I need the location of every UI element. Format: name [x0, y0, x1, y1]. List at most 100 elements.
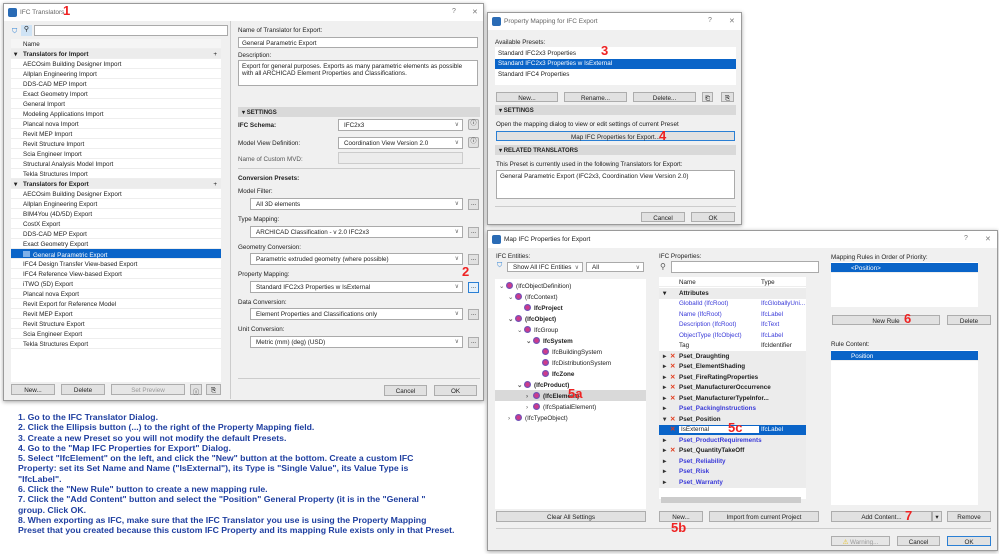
property-row[interactable]: ▸ ✕ Pset_Draughting	[659, 351, 806, 362]
geometry-ellipsis-button[interactable]: ...	[468, 254, 479, 265]
add-content-button[interactable]: Add Content...	[831, 511, 932, 522]
expand-icon[interactable]: ▸	[663, 353, 666, 360]
translator-item[interactable]: DDS-CAD MEP Import	[11, 79, 221, 89]
property-row[interactable]: ▸ ✕ Pset_FireRatingProperties	[659, 372, 806, 383]
expand-icon[interactable]: ▸	[663, 374, 666, 381]
translator-item[interactable]: IFC4 Reference View-based Export	[11, 269, 221, 279]
property-row[interactable]: ObjectType (IfcObject) IfcLabel	[659, 330, 806, 341]
ok-button[interactable]: OK	[434, 385, 477, 396]
set-preview-button[interactable]: Set Preview	[111, 384, 185, 395]
presets-list[interactable]: Standard IFC2x3 Properties Standard IFC2x…	[495, 47, 736, 85]
column-header-name[interactable]: Name	[11, 39, 221, 49]
column-header-name[interactable]: Name	[679, 279, 696, 286]
translator-item[interactable]: Revit MEP Import	[11, 129, 221, 139]
data-conversion-ellipsis-button[interactable]: ...	[468, 309, 479, 320]
search-input[interactable]	[34, 25, 228, 36]
expand-icon[interactable]: ▸	[663, 405, 666, 412]
expand-icon[interactable]: ▸	[663, 479, 666, 486]
horizontal-scrollbar[interactable]	[661, 497, 801, 503]
close-icon[interactable]: ✕	[729, 17, 735, 25]
translator-item[interactable]: AECOsim Building Designer Import	[11, 59, 221, 69]
property-mapping-ellipsis-button[interactable]: ...	[468, 282, 479, 293]
import-icon[interactable]: ⎗	[702, 92, 713, 102]
add-content-dropdown-icon[interactable]: ▾	[932, 511, 942, 522]
translator-item[interactable]: Tekla Structures Import	[11, 169, 221, 179]
search-icon[interactable]: ⚲	[21, 25, 32, 36]
property-row[interactable]: ▸ ✕ Pset_ManufacturerTypeInfor...	[659, 393, 806, 404]
chevron-down-icon[interactable]: ⌄	[517, 382, 524, 389]
new-rule-button[interactable]: New Rule	[832, 315, 940, 325]
import-from-project-button[interactable]: Import from current Project	[709, 511, 819, 522]
group-import[interactable]: ▾ Translators for Import +	[11, 49, 221, 59]
name-field[interactable]: General Parametric Export	[238, 37, 478, 48]
chevron-down-icon[interactable]: ⌄	[517, 327, 524, 334]
collapse-icon[interactable]: ▾	[663, 290, 666, 297]
chevron-right-icon[interactable]: ›	[526, 404, 533, 411]
translator-item[interactable]: Plancal nova Import	[11, 119, 221, 129]
expand-icon[interactable]: ▸	[663, 363, 666, 370]
help-icon[interactable]: ?	[452, 8, 456, 15]
rename-preset-button[interactable]: Rename...	[564, 92, 627, 102]
close-icon[interactable]: ✕	[472, 8, 478, 16]
unit-conversion-select[interactable]: Metric (mm) (deg) (USD)	[250, 336, 463, 348]
property-row[interactable]: ▾ Attributes	[659, 288, 806, 299]
map-ifc-properties-button[interactable]: Map IFC Properties for Export...	[496, 131, 735, 141]
tree-node[interactable]: ⌄ (IfcObject)	[495, 313, 646, 324]
ok-button[interactable]: OK	[691, 212, 735, 222]
delete-rule-button[interactable]: Delete	[947, 315, 991, 325]
cancel-button[interactable]: Cancel	[641, 212, 685, 222]
translator-item[interactable]: Modeling Applications Import	[11, 109, 221, 119]
translator-item[interactable]: Exact Geometry Import	[11, 89, 221, 99]
type-mapping-select[interactable]: ARCHICAD Classification - v 2.0 IFC2x3	[250, 226, 463, 238]
column-header-type[interactable]: Type	[761, 279, 775, 286]
tree-node[interactable]: IfcDistributionSystem	[495, 357, 646, 368]
type-mapping-ellipsis-button[interactable]: ...	[468, 227, 479, 238]
description-field[interactable]: Export for general purposes. Exports as …	[238, 60, 478, 86]
translator-item[interactable]: CostX Export	[11, 219, 221, 229]
property-row[interactable]: GlobalId (IfcRoot) IfcGloballyUni...	[659, 299, 806, 310]
properties-search-input[interactable]	[671, 261, 819, 273]
filter-icon[interactable]: ⛉	[12, 28, 17, 36]
property-row[interactable]: ▸ ✕ Pset_ManufacturerOccurrence	[659, 382, 806, 393]
add-icon[interactable]: +	[213, 181, 217, 188]
expand-icon[interactable]: ▸	[663, 458, 666, 465]
rule-content-list[interactable]: Position	[831, 350, 978, 505]
property-row[interactable]: ▸ ✕ Pset_ElementShading	[659, 361, 806, 372]
geometry-select[interactable]: Parametric extruded geometry (where poss…	[250, 253, 463, 265]
chevron-down-icon[interactable]: ⌄	[499, 283, 506, 290]
tree-node[interactable]: ⌄ (IfcObjectDefinition)	[495, 280, 646, 291]
translator-item[interactable]: Revit Structure Export	[11, 319, 221, 329]
translator-item[interactable]: General Parametric Export	[11, 249, 221, 259]
collapse-icon[interactable]: ▾	[663, 416, 666, 423]
preset-item[interactable]: Standard IFC2x3 Properties	[495, 48, 736, 58]
collapse-icon[interactable]: ▾	[14, 181, 17, 188]
translator-item[interactable]: Allplan Engineering Export	[11, 199, 221, 209]
translator-item[interactable]: iTWO (5D) Export	[11, 279, 221, 289]
translator-item[interactable]: General Import	[11, 99, 221, 109]
property-mapping-select[interactable]: Standard IFC2x3 Properties w IsExternal	[250, 281, 463, 293]
data-conversion-select[interactable]: Element Properties and Classifications o…	[250, 308, 463, 320]
property-row[interactable]: ▸ Pset_ProductRequirements	[659, 435, 806, 446]
expand-icon[interactable]: ▸	[663, 447, 666, 454]
cancel-button[interactable]: Cancel	[897, 536, 940, 546]
property-row[interactable]: ▸ Pset_PackingInstructions	[659, 403, 806, 414]
translator-item[interactable]: AECOsim Building Designer Export	[11, 189, 221, 199]
custom-mvd-field[interactable]	[338, 152, 463, 164]
new-button[interactable]: New...	[11, 384, 55, 395]
delete-preset-button[interactable]: Delete...	[633, 92, 696, 102]
model-filter-ellipsis-button[interactable]: ...	[468, 199, 479, 210]
related-translators-field[interactable]: General Parametric Export (IFC2x3, Coord…	[496, 170, 735, 199]
translator-item[interactable]: Tekla Structures Export	[11, 339, 221, 349]
tree-node[interactable]: ⌄ IfcGroup	[495, 324, 646, 335]
preset-item[interactable]: Standard IFC4 Properties	[495, 69, 736, 79]
tree-node[interactable]: IfcZone	[495, 368, 646, 379]
tree-node[interactable]: ⌄ (IfcContext)	[495, 291, 646, 302]
translator-item[interactable]: Scia Engineer Export	[11, 329, 221, 339]
property-name-input[interactable]: IsExternal	[679, 426, 759, 433]
close-icon[interactable]: ✕	[985, 235, 991, 243]
cancel-button[interactable]: Cancel	[384, 385, 427, 396]
property-row[interactable]: ▸ Pset_Reliability	[659, 456, 806, 467]
translator-item[interactable]: Plancal nova Export	[11, 289, 221, 299]
ok-button[interactable]: OK	[947, 536, 991, 546]
translator-item[interactable]: Revit MEP Export	[11, 309, 221, 319]
